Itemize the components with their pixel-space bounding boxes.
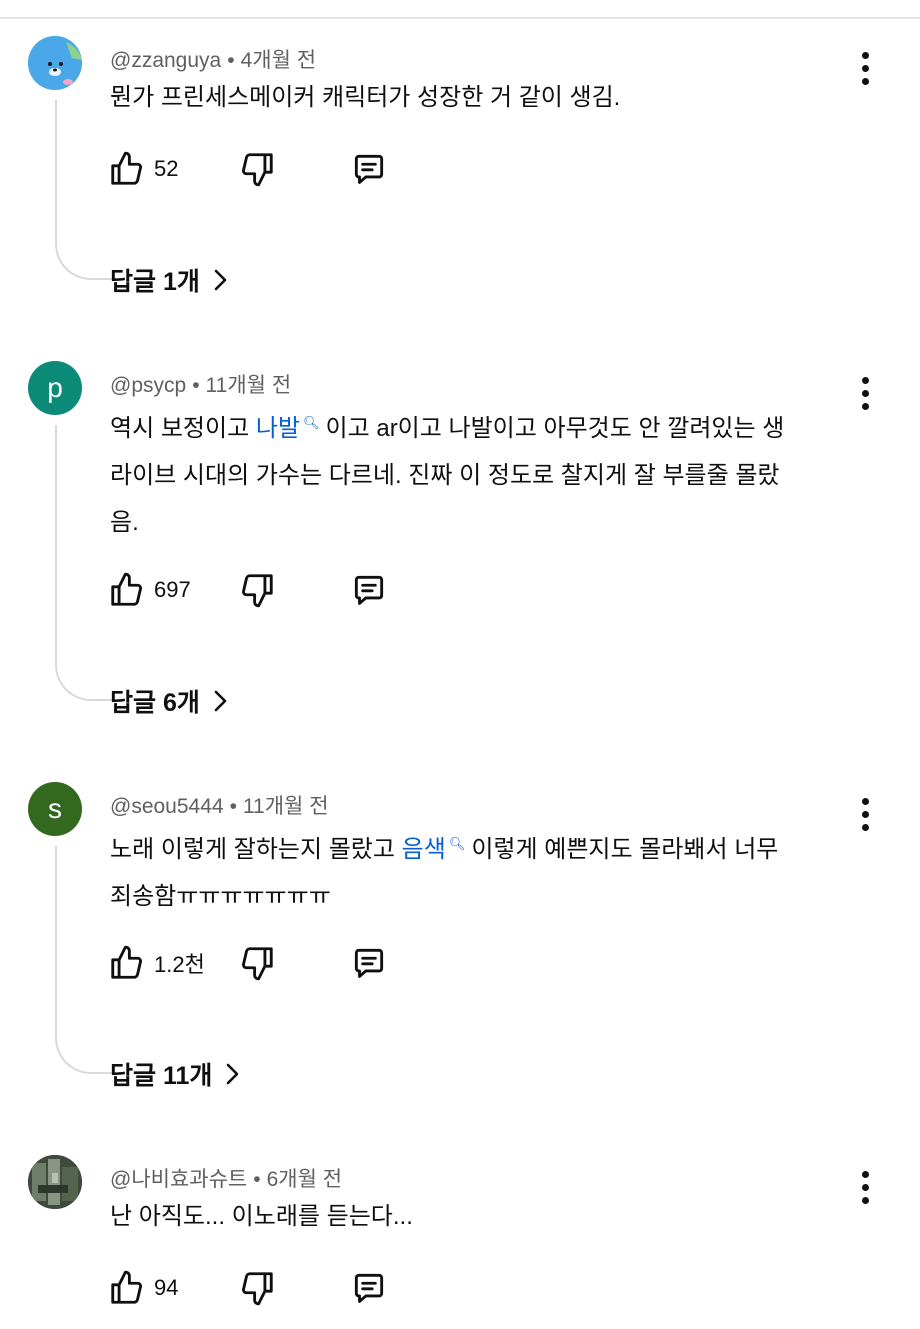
like-count: 1.2천 (154, 952, 205, 977)
like-count: 697 (154, 577, 191, 602)
thread-line (55, 425, 113, 701)
more-vertical-icon (861, 1170, 869, 1178)
like-button[interactable]: 52 (108, 150, 238, 188)
comment-actions: 94 (108, 1268, 384, 1308)
view-replies-button[interactable]: 답글 1개 (110, 262, 228, 298)
avatar-letter: s (48, 793, 62, 824)
meta-separator: • (192, 374, 200, 397)
dislike-button[interactable] (238, 571, 276, 609)
meta-separator: • (227, 49, 235, 72)
search-icon[interactable]: 🔍︎ (303, 415, 320, 430)
more-actions-button[interactable] (852, 48, 878, 88)
chevron-right-icon (214, 269, 227, 291)
comment-author[interactable]: @psycp (110, 374, 186, 397)
more-vertical-icon (861, 797, 869, 805)
reply-icon (354, 154, 384, 184)
comment-meta: @나비효과슈트 • 6개월 전 (110, 1163, 342, 1193)
seal-avatar-icon (28, 36, 82, 90)
reply-button[interactable] (350, 150, 388, 188)
comment-text-line: 음. (110, 509, 139, 536)
search-link[interactable]: 나발 (256, 415, 300, 442)
comment-time: 4개월 전 (240, 49, 317, 72)
comment-text-line: 뭔가 프린세스메이커 캐릭터가 성장한 거 같이 생김. (110, 84, 621, 111)
reply-icon (354, 1273, 384, 1303)
reply-button[interactable] (350, 944, 388, 982)
meta-separator: • (253, 1168, 261, 1191)
chevron-right-icon (214, 690, 227, 712)
dislike-button[interactable] (238, 1269, 276, 1307)
chevron-right-icon (227, 1063, 239, 1085)
meta-separator: • (229, 795, 237, 818)
dislike-button[interactable] (238, 150, 276, 188)
reply-button[interactable] (350, 1269, 388, 1307)
view-replies-button[interactable]: 답글 6개 (110, 683, 228, 719)
comment-text: 난 아직도... 이노래를 듣는다... (110, 1193, 850, 1240)
like-count: 52 (154, 156, 179, 181)
comment-text-line: 라이브 시대의 가수는 다르네. 진짜 이 정도로 찰지게 잘 부를줄 몰랐 (110, 462, 780, 489)
comment-text-line: 난 아직도... 이노래를 듣는다... (110, 1203, 413, 1230)
comment-text-line: 죄송함ㅠㅠㅠㅠㅠㅠㅠ (110, 883, 331, 910)
comment-text-part: 이렇게 예쁜지도 몰라봬서 너무 (471, 836, 779, 863)
like-count: 94 (154, 1275, 179, 1300)
more-actions-button[interactable] (852, 1167, 878, 1207)
like-button[interactable]: 697 (108, 571, 238, 609)
comment-text: 노래 이렇게 잘하는지 몰랐고 음색 🔍︎ 이렇게 예쁜지도 몰라봬서 너무 죄송함… (110, 820, 850, 920)
thumbs-up-icon (111, 572, 142, 606)
more-actions-button[interactable] (852, 373, 878, 413)
photo-avatar-icon (28, 1155, 82, 1209)
thumbs-down-icon (242, 574, 273, 608)
reply-button[interactable] (350, 571, 388, 609)
comment-actions: 52 (108, 149, 384, 189)
avatar[interactable]: s (28, 782, 82, 836)
comment-text: 역시 보정이고 나발 🔍︎ 이고 ar이고 나발이고 아무것도 안 깔려있는 생 라… (110, 399, 850, 546)
more-vertical-icon (861, 51, 869, 59)
avatar[interactable] (28, 36, 82, 90)
more-vertical-icon (861, 376, 869, 384)
more-actions-button[interactable] (852, 794, 878, 834)
like-button[interactable]: 94 (108, 1269, 238, 1307)
thread-line (55, 100, 113, 280)
reply-icon (354, 948, 384, 978)
view-replies-button[interactable]: 답글 11개 (110, 1056, 240, 1092)
top-divider (0, 17, 920, 19)
comment-meta: @seou5444 • 11개월 전 (110, 790, 329, 820)
comment-time: 11개월 전 (242, 795, 329, 818)
comment-meta: @zzanguya • 4개월 전 (110, 44, 316, 74)
thread-line (55, 846, 113, 1074)
comment-actions: 697 (108, 570, 384, 610)
comment-time: 6개월 전 (266, 1168, 343, 1191)
comment-text-part: 노래 이렇게 잘하는지 몰랐고 (110, 836, 402, 863)
thumbs-down-icon (242, 153, 273, 187)
thumbs-up-icon (111, 151, 142, 185)
comment-actions: 1.2천 (108, 943, 384, 983)
thumbs-down-icon (242, 1272, 273, 1306)
like-button[interactable]: 1.2천 (108, 944, 238, 982)
thumbs-up-icon (111, 1270, 142, 1304)
replies-label: 답글 11개 (110, 1062, 213, 1090)
comment-time: 11개월 전 (205, 374, 292, 397)
thumbs-up-icon (111, 945, 142, 979)
comment-author[interactable]: @나비효과슈트 (110, 1168, 247, 1191)
search-icon[interactable]: 🔍︎ (449, 836, 466, 851)
replies-label: 답글 6개 (110, 689, 200, 717)
comment-text: 뭔가 프린세스메이커 캐릭터가 성장한 거 같이 생김. (110, 74, 850, 121)
comment-author[interactable]: @zzanguya (110, 49, 221, 72)
comment-text-part: 이고 ar이고 나발이고 아무것도 안 깔려있는 생 (325, 415, 785, 442)
search-link[interactable]: 음색 (402, 836, 446, 863)
avatar[interactable]: p (28, 361, 82, 415)
comment-meta: @psycp • 11개월 전 (110, 369, 291, 399)
comment-text-part: 역시 보정이고 (110, 415, 256, 442)
thumbs-down-icon (242, 947, 273, 981)
replies-label: 답글 1개 (110, 268, 200, 296)
avatar-letter: p (47, 372, 63, 403)
dislike-button[interactable] (238, 944, 276, 982)
comment-author[interactable]: @seou5444 (110, 795, 224, 818)
reply-icon (354, 575, 384, 605)
avatar[interactable] (28, 1155, 82, 1209)
